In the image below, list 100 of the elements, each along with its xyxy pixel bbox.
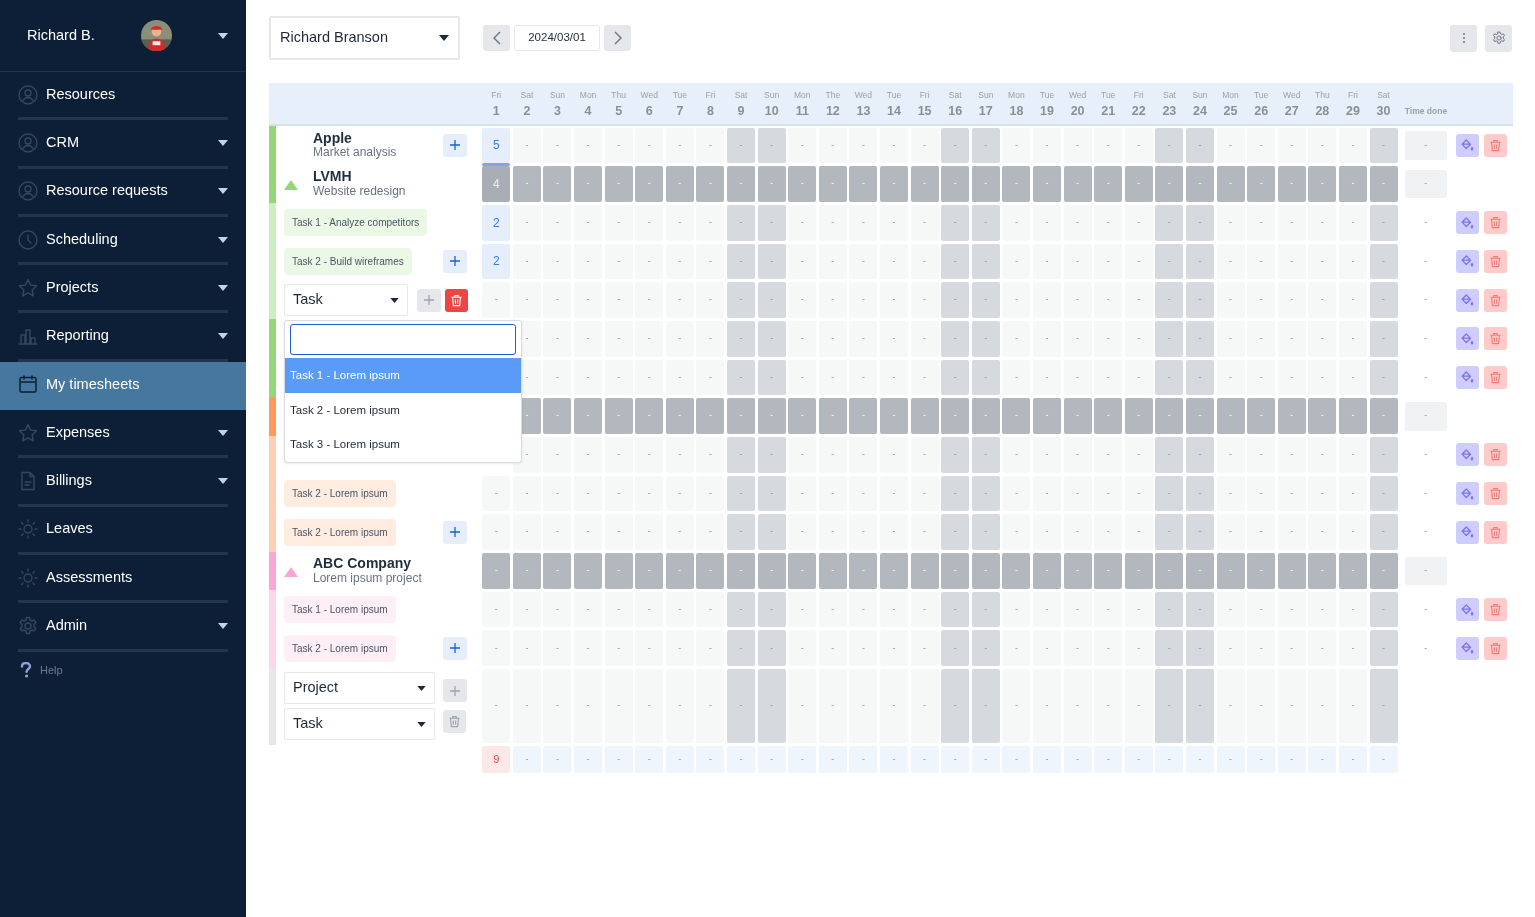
time-cell[interactable]: - — [1155, 437, 1184, 473]
time-cell[interactable]: - — [1155, 398, 1184, 434]
time-cell[interactable]: - — [1338, 359, 1367, 396]
color-button[interactable] — [1455, 133, 1479, 157]
time-cell[interactable]: - — [1216, 514, 1245, 551]
time-cell[interactable]: - — [1063, 166, 1092, 202]
add-button[interactable] — [443, 636, 467, 660]
time-cell[interactable]: 5 — [482, 127, 511, 164]
time-cell[interactable]: - — [910, 630, 939, 667]
time-cell[interactable]: - — [1033, 553, 1061, 589]
time-cell[interactable]: - — [1369, 398, 1398, 434]
time-cell[interactable]: - — [1002, 514, 1031, 551]
time-cell[interactable]: - — [941, 243, 970, 280]
time-cell[interactable]: - — [880, 437, 908, 473]
time-cell[interactable]: - — [971, 553, 1000, 589]
time-cell[interactable]: - — [1247, 514, 1276, 551]
time-cell[interactable]: - — [665, 591, 694, 628]
time-cell[interactable]: - — [941, 166, 970, 202]
time-cell[interactable]: - — [1369, 243, 1398, 280]
time-cell[interactable]: 2 — [482, 204, 511, 241]
person-select[interactable]: Richard Branson — [269, 16, 460, 60]
time-cell[interactable]: - — [757, 166, 786, 202]
time-cell[interactable]: - — [818, 359, 847, 396]
time-cell[interactable]: - — [1155, 166, 1184, 202]
time-cell[interactable]: 2 — [482, 243, 511, 280]
delete-button[interactable] — [1483, 288, 1507, 312]
time-cell[interactable]: - — [696, 553, 725, 589]
time-cell[interactable]: - — [1308, 359, 1337, 396]
time-cell[interactable]: - — [1094, 127, 1123, 164]
time-cell[interactable]: - — [696, 475, 725, 512]
help-link[interactable]: Help — [40, 661, 63, 679]
time-cell[interactable]: - — [665, 475, 694, 512]
time-cell[interactable]: - — [1094, 359, 1123, 396]
add-button[interactable] — [443, 133, 467, 157]
time-cell[interactable]: - — [1185, 359, 1214, 396]
search-field[interactable] — [290, 324, 516, 356]
time-cell[interactable]: - — [604, 243, 633, 280]
time-cell[interactable]: - — [1033, 514, 1061, 551]
time-cell[interactable]: - — [818, 398, 847, 434]
time-cell[interactable]: - — [1124, 475, 1153, 512]
time-cell[interactable]: - — [880, 669, 908, 744]
time-cell[interactable]: - — [757, 398, 786, 434]
time-cell[interactable]: - — [1185, 669, 1214, 744]
time-cell[interactable]: - — [849, 437, 878, 473]
time-cell[interactable]: - — [1277, 243, 1306, 280]
delete-button[interactable] — [1483, 636, 1507, 660]
time-cell[interactable]: - — [543, 398, 572, 434]
time-cell[interactable]: - — [543, 282, 572, 318]
time-cell[interactable]: - — [574, 630, 603, 667]
time-cell[interactable]: - — [910, 437, 939, 473]
time-cell[interactable]: - — [849, 630, 878, 667]
time-cell[interactable]: - — [696, 127, 725, 164]
time-cell[interactable]: - — [1338, 630, 1367, 667]
time-cell[interactable]: - — [1185, 166, 1214, 202]
time-cell[interactable]: - — [574, 166, 603, 202]
time-cell[interactable]: - — [1002, 243, 1031, 280]
time-cell[interactable]: - — [941, 398, 970, 434]
time-cell[interactable]: - — [1216, 359, 1245, 396]
time-cell[interactable]: - — [574, 359, 603, 396]
time-cell[interactable]: - — [1063, 359, 1092, 396]
time-cell[interactable]: - — [849, 553, 878, 589]
time-cell[interactable]: - — [696, 282, 725, 318]
time-cell[interactable]: - — [1124, 359, 1153, 396]
time-cell[interactable]: - — [1063, 127, 1092, 164]
previous-button[interactable] — [483, 25, 510, 51]
time-cell[interactable]: - — [910, 475, 939, 512]
sidebar-item[interactable]: Admin — [18, 603, 228, 652]
time-cell[interactable]: - — [604, 437, 633, 473]
time-cell[interactable]: - — [1308, 591, 1337, 628]
time-cell[interactable]: - — [696, 320, 725, 357]
time-cell[interactable]: - — [543, 437, 572, 473]
time-cell[interactable]: - — [757, 630, 786, 667]
time-cell[interactable]: - — [849, 127, 878, 164]
time-cell[interactable]: - — [604, 282, 633, 318]
time-cell[interactable]: - — [665, 553, 694, 589]
delete-button[interactable] — [1483, 249, 1507, 273]
time-cell[interactable]: - — [788, 514, 817, 551]
time-cell[interactable]: - — [696, 359, 725, 396]
time-cell[interactable]: - — [1247, 359, 1276, 396]
time-cell[interactable]: - — [727, 166, 756, 202]
delete-button[interactable] — [1483, 598, 1507, 622]
time-cell[interactable]: - — [910, 204, 939, 241]
add-button[interactable] — [443, 249, 467, 273]
time-cell[interactable]: - — [604, 398, 633, 434]
dropdown-option[interactable]: Task 1 - Lorem ipsum — [285, 358, 521, 393]
time-cell[interactable]: - — [1155, 359, 1184, 396]
time-cell[interactable]: - — [1185, 243, 1214, 280]
time-cell[interactable]: - — [1369, 669, 1398, 744]
time-cell[interactable]: - — [1155, 669, 1184, 744]
time-cell[interactable]: - — [910, 359, 939, 396]
date-field[interactable]: 2024/03/01 — [514, 25, 600, 51]
time-cell[interactable]: - — [635, 359, 664, 396]
time-cell[interactable]: - — [543, 166, 572, 202]
time-cell[interactable]: - — [482, 669, 511, 744]
time-cell[interactable]: - — [1002, 437, 1031, 473]
time-cell[interactable]: - — [543, 243, 572, 280]
time-cell[interactable]: - — [941, 204, 970, 241]
time-cell[interactable]: - — [1308, 320, 1337, 357]
time-cell[interactable]: - — [482, 282, 511, 318]
time-cell[interactable]: - — [512, 514, 541, 551]
